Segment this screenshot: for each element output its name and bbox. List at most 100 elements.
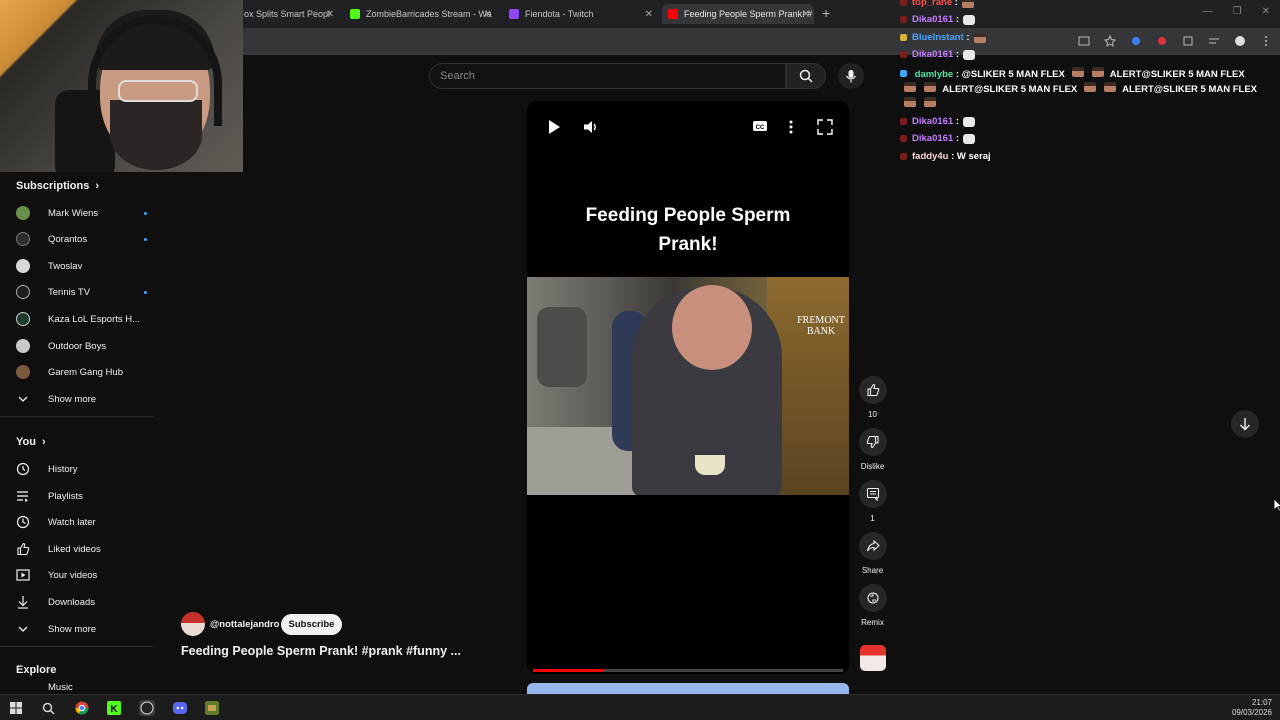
channel-avatar[interactable] [181, 612, 205, 636]
you-heading[interactable]: You › [16, 436, 46, 448]
sidebar-item-outdoor-boys[interactable]: Outdoor Boys [16, 335, 146, 357]
sidebar-item-garem-gang[interactable]: Garem Gang Hub [16, 361, 146, 383]
media-icon[interactable] [1208, 34, 1220, 46]
chat-message: faddy4u : W seraj [900, 151, 991, 162]
sidebar: Subscriptions › Mark Wiens Qorantos Twos… [0, 172, 153, 694]
sidebar-item-playlists[interactable]: Playlists [16, 485, 146, 507]
shorts-player[interactable]: CC Feeding People Sperm Prank! FREMONT B… [527, 101, 849, 674]
browser-tab[interactable]: ZombieBarricades Stream - Wa ✕ [344, 4, 496, 24]
next-video-button[interactable] [1231, 410, 1259, 438]
close-icon[interactable]: ✕ [484, 9, 492, 20]
share-button[interactable]: Share [856, 532, 889, 575]
install-icon[interactable] [1078, 34, 1090, 46]
twitch-icon [509, 9, 519, 19]
youtube-icon [668, 9, 678, 19]
voice-search-button[interactable] [838, 63, 864, 89]
puzzle-icon[interactable] [1182, 34, 1194, 46]
chat-username: damlybe [914, 69, 954, 80]
taskbar-clock[interactable]: 21:07 09/03/2026 [1232, 698, 1272, 718]
emote-icon [973, 32, 986, 43]
bank-sign: FREMONT BANK [797, 315, 845, 337]
emote-icon [1103, 82, 1116, 92]
tab-title: ZombieBarricades Stream - Wa [366, 9, 492, 19]
sidebar-item-music[interactable]: Music [16, 682, 146, 694]
video-progress-bar[interactable] [533, 669, 843, 672]
sidebar-item-mark-wiens[interactable]: Mark Wiens [16, 202, 147, 224]
close-window-icon[interactable]: ✕ [1262, 6, 1270, 17]
sound-source-avatar[interactable] [860, 645, 886, 671]
game-app-icon[interactable] [204, 700, 220, 716]
like-button[interactable]: 10 [856, 376, 889, 419]
chat-badge-icon [900, 51, 907, 58]
video-frame: FREMONT BANK [527, 277, 849, 495]
sidebar-item-label: Music [48, 682, 73, 693]
show-more-you[interactable]: Show more [16, 618, 146, 640]
subscriptions-heading[interactable]: Subscriptions › [16, 180, 99, 192]
clock-date: 09/03/2026 [1231, 708, 1272, 717]
you-title: You [16, 436, 36, 448]
chat-badge-icon [900, 34, 907, 41]
maximize-icon[interactable]: ❐ [1233, 6, 1242, 17]
captions-icon[interactable]: CC [752, 119, 768, 138]
mouse-cursor-icon [1273, 498, 1280, 512]
channel-name[interactable]: @nottalejandro [210, 619, 279, 630]
avatar [16, 259, 30, 273]
browser-tab[interactable]: ox Splits Smart Peopl ✕ [238, 4, 338, 24]
plus-icon[interactable]: + [822, 5, 830, 21]
emote-icon [1071, 67, 1084, 77]
chat-message: top_rane : [900, 0, 978, 8]
browser-tab-active[interactable]: Feeding People Sperm Prank! # ✕ [662, 4, 814, 24]
kick-icon[interactable]: K [106, 700, 122, 716]
extension-red-icon[interactable] [1156, 34, 1168, 46]
dislike-button[interactable]: Dislike [856, 428, 889, 471]
sidebar-item-liked-videos[interactable]: Liked videos [16, 538, 146, 560]
search-input[interactable]: Search [429, 63, 786, 89]
close-icon[interactable]: ✕ [645, 9, 653, 20]
sidebar-item-label: Liked videos [48, 543, 101, 555]
windows-start-icon[interactable] [8, 700, 24, 716]
share-icon [858, 532, 887, 560]
sidebar-item-history[interactable]: History [16, 458, 146, 480]
chat-message: Dika0161 : [900, 14, 979, 25]
extension-blue-icon[interactable] [1130, 34, 1142, 46]
chat-message: damlybe : @SLIKER 5 MAN FLEX ALERT@SLIKE… [900, 67, 1260, 112]
chat-badge-icon [900, 118, 907, 125]
sidebar-item-tennis-tv[interactable]: Tennis TV [16, 281, 147, 303]
emote-icon [904, 82, 916, 92]
volume-icon[interactable] [583, 119, 599, 140]
sidebar-item-label: Your videos [48, 569, 98, 581]
download-icon [16, 595, 30, 609]
sidebar-item-qorantos[interactable]: Qorantos [16, 228, 147, 250]
sidebar-item-watch-later[interactable]: Watch later [16, 511, 146, 533]
sidebar-item-label: Tennis TV [48, 286, 91, 298]
chevron-down-icon [16, 392, 30, 406]
menu-dots-icon[interactable] [1260, 34, 1272, 46]
subscribe-button[interactable]: Subscribe [281, 614, 342, 635]
sidebar-item-twoslav[interactable]: Twoslav [16, 255, 146, 277]
discord-icon[interactable] [172, 700, 188, 716]
emote-icon [1091, 67, 1104, 77]
remix-button[interactable]: Remix [856, 584, 889, 627]
search-button[interactable] [786, 63, 826, 89]
minimize-icon[interactable]: — [1203, 6, 1213, 17]
play-icon[interactable] [547, 119, 561, 140]
close-icon[interactable]: ✕ [802, 9, 810, 20]
show-more-subscriptions[interactable]: Show more [16, 388, 146, 410]
fullscreen-icon[interactable] [817, 119, 833, 140]
sidebar-item-downloads[interactable]: Downloads [16, 591, 146, 613]
browser-tab[interactable]: Fiendota - Twitch ✕ [503, 4, 657, 24]
comments-button[interactable]: 1 [856, 480, 889, 523]
more-vert-icon[interactable] [788, 119, 794, 140]
sidebar-item-your-videos[interactable]: Your videos [16, 564, 146, 586]
sidebar-item-label: History [48, 463, 78, 475]
close-icon[interactable]: ✕ [326, 9, 334, 20]
video-title[interactable]: Feeding People Sperm Prank! #prank #funn… [181, 644, 461, 658]
comment-count: 1 [870, 514, 875, 523]
bookmark-star-icon[interactable] [1103, 34, 1117, 48]
obs-icon[interactable] [139, 700, 155, 716]
sidebar-item-kaza-lol[interactable]: Kaza LoL Esports H... [16, 308, 146, 330]
chrome-icon[interactable] [74, 700, 90, 716]
sidebar-item-label: Twoslav [48, 260, 83, 272]
search-icon[interactable] [40, 700, 56, 716]
profile-icon[interactable] [1234, 34, 1246, 46]
